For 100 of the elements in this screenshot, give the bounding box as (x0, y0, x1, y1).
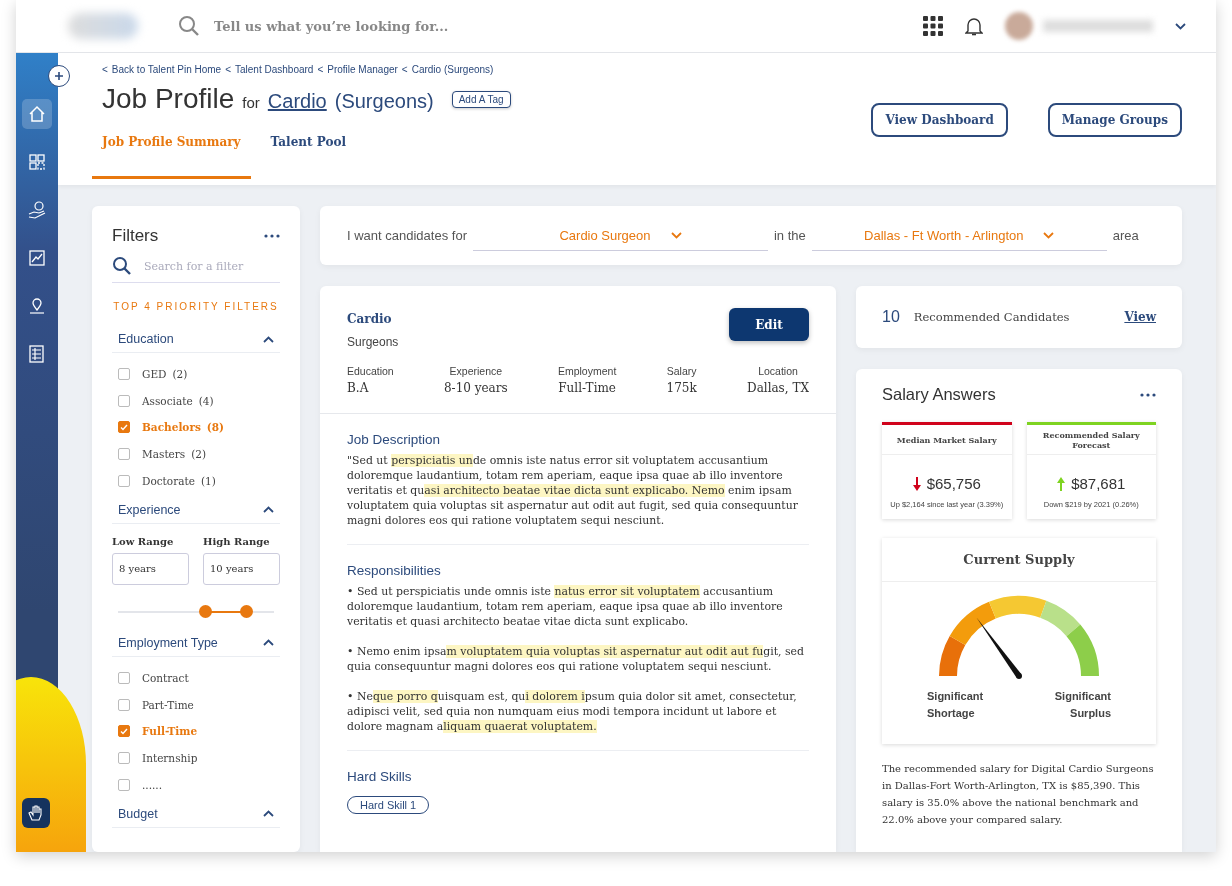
add-tag-button[interactable]: Add A Tag (451, 90, 511, 108)
paragraph: • Nemo enim ipsam voluptatem quia voluptas sit aspernatur aut odit aut fugit, sed quia consequuntur magni dolores eos qui ratione voluptatem sequi nesciunt. (347, 644, 805, 674)
salary-stat-title: Median Market Salary (882, 425, 1012, 455)
view-link[interactable]: View (1124, 310, 1156, 324)
option-label: Internship (142, 752, 198, 765)
job-subtitle: Surgeons (347, 335, 399, 349)
checkbox[interactable] (118, 698, 130, 711)
stat-value: 8-10 years (443, 381, 508, 395)
checkbox[interactable] (118, 725, 130, 738)
check-icon (120, 727, 128, 735)
more-icon[interactable] (1140, 392, 1156, 397)
filter-section-title: Employment Type (118, 635, 218, 650)
option-label: GED (142, 368, 167, 381)
filters-title: Filters (112, 226, 159, 246)
breadcrumb-separator: < (401, 64, 408, 75)
page-title: Job Profile (102, 83, 235, 115)
stat-label: Experience (449, 365, 503, 377)
option-label: Contract (142, 672, 189, 685)
supply-title: Current Supply (882, 538, 1156, 582)
skill-tag[interactable]: Hard Skill 1 (347, 796, 430, 814)
query-text: in the (773, 228, 806, 243)
option-count: (4) (198, 394, 214, 407)
checkbox[interactable] (118, 368, 130, 381)
arrow-up-icon (1057, 476, 1066, 491)
input-field[interactable]: 10 years (203, 552, 280, 585)
candidate-count: 10 (882, 308, 900, 326)
slider-thumb[interactable] (199, 604, 213, 618)
tab[interactable]: Talent Pool (260, 129, 357, 179)
sidebar-item[interactable] (22, 99, 52, 129)
stat-label: Salary (666, 365, 697, 377)
edit-button[interactable]: Edit (729, 308, 809, 341)
query-text: I want candidates for (347, 228, 467, 243)
salary-stat-title: Recommended Salary Forecast (1026, 425, 1156, 455)
breadcrumb-link[interactable]: Back to Talent Pin Home (111, 64, 222, 75)
apps-grid-icon[interactable] (923, 16, 943, 36)
job-name: Cardio (347, 312, 393, 326)
section-heading: Responsibilities (347, 563, 442, 578)
field-label: Low Range (112, 535, 174, 547)
salary-value: $65,756 (926, 475, 981, 492)
gauge-label: Significant Shortage (927, 689, 985, 721)
search-icon (112, 256, 132, 276)
checkbox[interactable] (118, 474, 130, 487)
slider-thumb[interactable] (239, 604, 253, 618)
arrow-down-icon (912, 476, 921, 491)
option-label: Part-Time (142, 698, 194, 711)
header-button[interactable]: Manage Groups (1047, 103, 1182, 137)
option-count: (2) (191, 448, 207, 461)
stat-label: Employment (557, 365, 617, 377)
title-link[interactable]: Cardio (267, 90, 327, 113)
gauge-label: Significant Surplus (1053, 689, 1111, 721)
query-text: area (1112, 228, 1139, 243)
stat-label: Location (758, 365, 798, 377)
checkbox[interactable] (118, 672, 130, 685)
chevron-icon[interactable] (263, 810, 274, 818)
bell-icon[interactable] (965, 16, 983, 36)
chevron-icon[interactable] (1175, 22, 1186, 30)
search-icon (178, 15, 200, 37)
hand-coin-icon (27, 200, 47, 220)
stat-value: Dallas, TX (747, 381, 809, 395)
plus-icon (55, 72, 63, 80)
stat-value: 175k (666, 381, 697, 395)
chevron-icon[interactable] (263, 506, 274, 514)
check-icon (120, 424, 128, 431)
checkbox[interactable] (118, 778, 130, 791)
checkbox[interactable] (118, 448, 130, 461)
candidates-label: Recommended Candidates (913, 310, 1071, 324)
location-pin-icon (27, 296, 47, 316)
salary-value: $87,681 (1071, 475, 1126, 492)
checkbox[interactable] (118, 752, 130, 765)
option-label: ...... (142, 778, 163, 791)
expand-button[interactable] (48, 65, 70, 87)
chart-icon (27, 248, 47, 268)
breadcrumb-link[interactable]: Talent Dashboard (235, 64, 314, 75)
stat-value: Full-Time (558, 381, 616, 395)
input-field[interactable]: 8 years (112, 552, 189, 585)
more-icon[interactable] (264, 234, 280, 238)
stat-value: B.A (347, 381, 369, 395)
gesture-button[interactable] (22, 798, 50, 828)
hand-icon (27, 804, 45, 822)
option-label: Full-Time (142, 725, 198, 738)
search-field[interactable]: Tell us what you’re looking for... (212, 17, 616, 35)
breadcrumb-link[interactable]: Profile Manager (327, 64, 398, 75)
salary-title: Salary Answers (882, 385, 996, 404)
section-heading: Job Description (347, 432, 442, 447)
avatar[interactable] (1005, 12, 1033, 40)
breadcrumb-link[interactable]: Cardio (Surgeons) (411, 64, 494, 75)
salary-summary: The recommended salary for Digital Cardio Surgeons in Dallas-Fort Worth-Arlington, TX is $85,390. This salary is 35.0% above the national benchmark and 22.0% above your compared salary. (882, 762, 1155, 827)
option-label: Bachelors (142, 421, 201, 434)
option-label: Doctorate (142, 474, 195, 487)
paragraph: "Sed ut perspiciatis unde omnis iste natus error sit voluptatem accusantium doloremque laudantium, totam rem aperiam, eaque ipsa quae ab illo inventore veritatis et quasi architecto beatae vitae dicta sunt explicabo. Nemo enim ipsam voluptatem quia voluptas sit aspernatur aut odit aut fugit, sed quia consequuntur magni dolores eos qui ratione voluptatem sequi nesciunt. (347, 453, 799, 528)
filter-section-title: Education (118, 332, 174, 346)
grid-icon (27, 152, 47, 172)
chevron-icon[interactable] (263, 639, 274, 647)
option-count: (8) (206, 421, 225, 434)
field-label: High Range (203, 535, 270, 547)
option-label: Associate (142, 394, 193, 407)
header-button[interactable]: View Dashboard (871, 103, 1008, 137)
checkbox[interactable] (118, 394, 130, 407)
checkbox[interactable] (118, 421, 130, 434)
chevron-icon[interactable] (263, 335, 274, 343)
